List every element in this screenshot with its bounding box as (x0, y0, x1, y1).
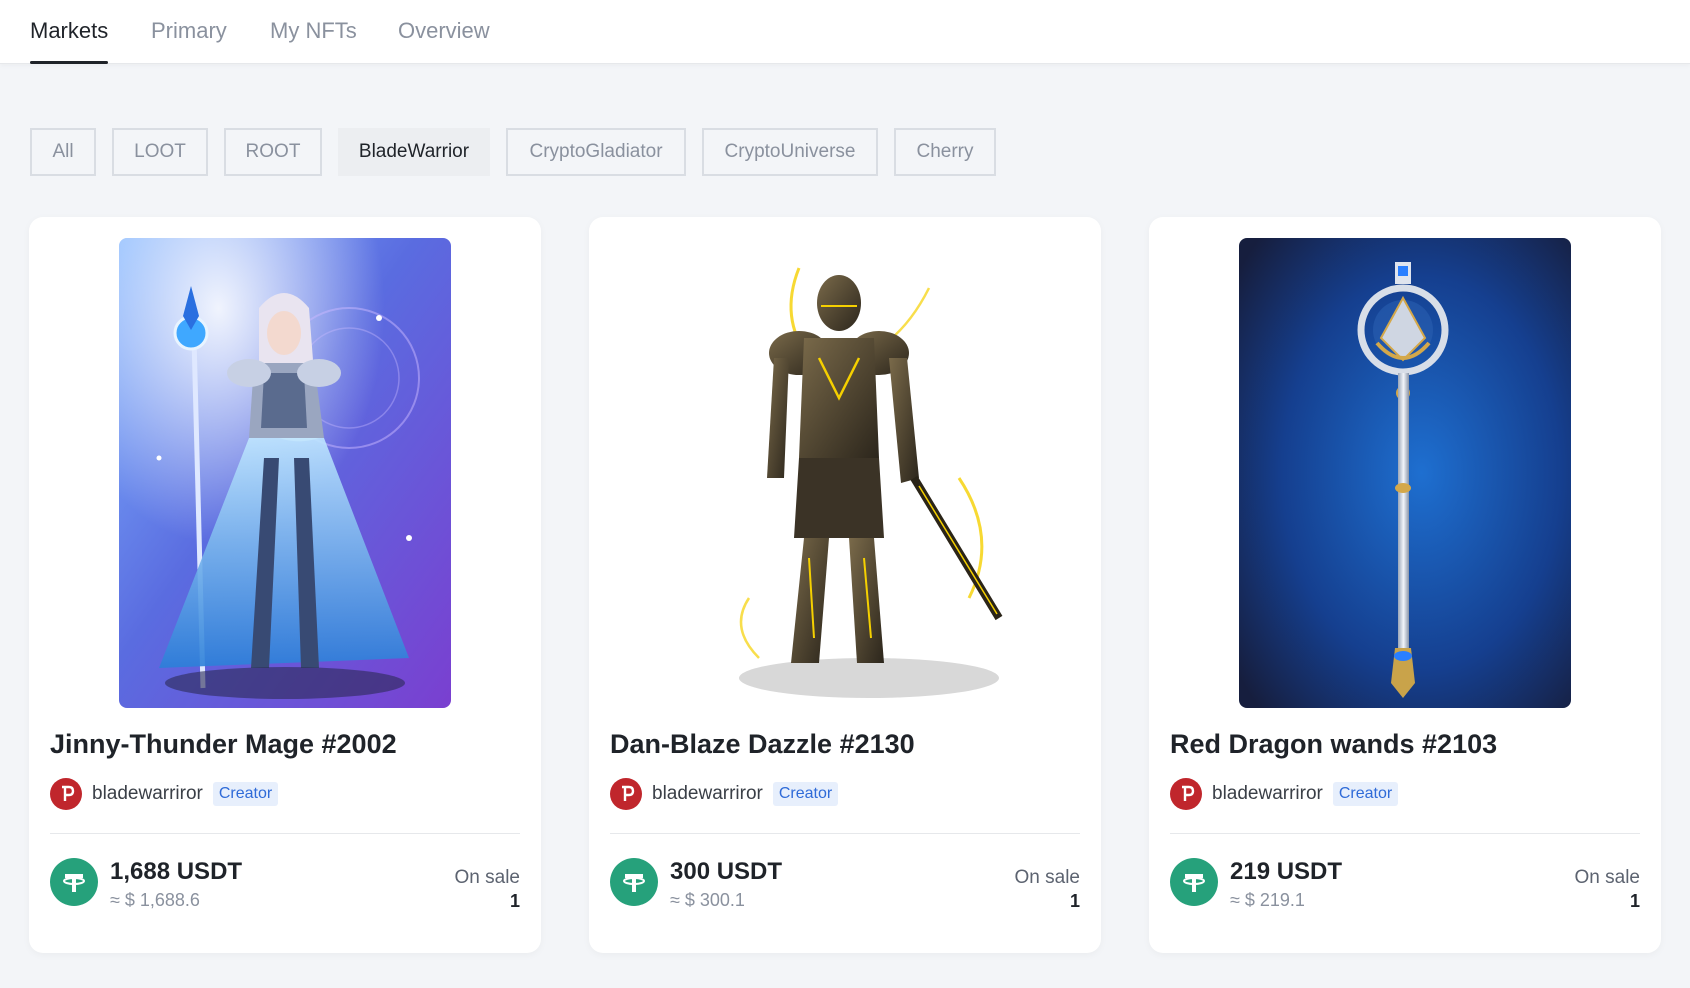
price-usd: ≈ $ 300.1 (670, 890, 745, 910)
filter-chip-bladewarrior[interactable]: BladeWarrior (338, 128, 490, 176)
price-usdt: 1,688 USDT (110, 858, 243, 885)
nft-card[interactable]: Red Dragon wands #2103 bladewarriror Cre… (1149, 217, 1661, 953)
nft-card[interactable]: Dan-Blaze Dazzle #2130 bladewarriror Cre… (589, 217, 1101, 953)
divider (610, 833, 1080, 834)
nft-title[interactable]: Red Dragon wands #2103 (1170, 729, 1497, 760)
tab-my-nfts[interactable]: My NFTs (270, 18, 357, 64)
wand-artwork[interactable] (1239, 238, 1571, 708)
filter-chip-root[interactable]: ROOT (224, 128, 322, 176)
nft-title[interactable]: Jinny-Thunder Mage #2002 (50, 729, 397, 760)
divider (1170, 833, 1640, 834)
price-usd: ≈ $ 1,688.6 (110, 890, 200, 910)
on-sale-count: 1 (509, 891, 520, 911)
filter-chip-cryptouniverse[interactable]: CryptoUniverse (702, 128, 878, 176)
creator-badge: Creator (212, 782, 279, 806)
nft-card[interactable]: Jinny-Thunder Mage #2002 bladewarriror C… (29, 217, 541, 953)
tab-primary[interactable]: Primary (151, 18, 227, 64)
tab-markets[interactable]: Markets (30, 18, 109, 64)
creator-name[interactable]: bladewarriror (1212, 783, 1323, 805)
on-sale-count: 1 (1629, 891, 1640, 911)
on-sale-label: On sale (1574, 867, 1640, 888)
price-usd: ≈ $ 219.1 (1230, 890, 1305, 910)
armored-knight-artwork[interactable] (679, 238, 1011, 708)
on-sale-label: On sale (1014, 867, 1080, 888)
filter-chip-all[interactable]: All (30, 128, 96, 176)
nft-title[interactable]: Dan-Blaze Dazzle #2130 (610, 729, 915, 760)
on-sale-count: 1 (1069, 891, 1080, 911)
creator-badge: Creator (772, 782, 839, 806)
tab-overview[interactable]: Overview (398, 18, 490, 64)
usdt-coin-icon (1170, 858, 1218, 906)
creator-badge: Creator (1332, 782, 1399, 806)
creator-name[interactable]: bladewarriror (92, 783, 203, 805)
creator-row: bladewarriror Creator (610, 778, 839, 810)
usdt-coin-icon (50, 858, 98, 906)
creator-avatar-icon[interactable] (50, 778, 82, 810)
filter-chip-cherry[interactable]: Cherry (894, 128, 996, 176)
on-sale-label: On sale (454, 867, 520, 888)
price-usdt: 300 USDT (670, 858, 783, 885)
creator-row: bladewarriror Creator (50, 778, 279, 810)
creator-avatar-icon[interactable] (1170, 778, 1202, 810)
filter-chip-cryptogladiator[interactable]: CryptoGladiator (506, 128, 686, 176)
creator-avatar-icon[interactable] (610, 778, 642, 810)
creator-row: bladewarriror Creator (1170, 778, 1399, 810)
top-navigation: Markets Primary My NFTs Overview (0, 0, 1690, 64)
creator-name[interactable]: bladewarriror (652, 783, 763, 805)
price-usdt: 219 USDT (1230, 858, 1343, 885)
mage-artwork[interactable] (119, 238, 451, 708)
filter-chip-loot[interactable]: LOOT (112, 128, 208, 176)
divider (50, 833, 520, 834)
usdt-coin-icon (610, 858, 658, 906)
